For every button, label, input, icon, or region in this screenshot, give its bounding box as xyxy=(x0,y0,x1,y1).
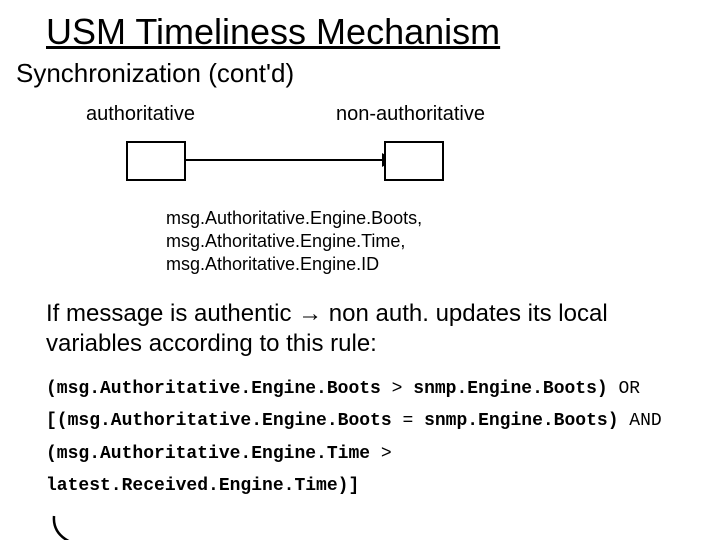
body-line1a: If message is authentic xyxy=(46,300,298,327)
engine-labels: authoritative non-authoritative xyxy=(86,103,704,127)
body-line1b: non auth. updates its local xyxy=(322,300,608,327)
rule3-op: > xyxy=(370,444,392,464)
rule-line-3: (msg.Authoritative.Engine.Time > latest.… xyxy=(46,438,704,503)
rule1-op: > xyxy=(381,379,413,399)
rule2-left: [(msg.Authoritative.Engine.Boots xyxy=(46,411,392,431)
rule2-right: snmp.Engine.Boots) xyxy=(424,411,618,431)
body-line2: variables according to this rule: xyxy=(46,330,377,357)
slide-title: USM Timeliness Mechanism xyxy=(46,12,698,52)
rule1-left: (msg.Authoritative.Engine.Boots xyxy=(46,379,381,399)
arrow-right-icon: → xyxy=(298,300,322,327)
rule3-right: latest.Received.Engine.Time)] xyxy=(46,476,359,496)
footnote-area: If two messages arrive out of order or a… xyxy=(16,516,704,540)
authoritative-box xyxy=(126,141,186,181)
label-authoritative: authoritative xyxy=(86,103,195,126)
rule1-right: snmp.Engine.Boots) xyxy=(413,379,607,399)
msg-id: msg.Athoritative.Engine.ID xyxy=(166,253,704,276)
callout-arrow-icon xyxy=(44,512,114,540)
slide-subtitle: Synchronization (cont'd) xyxy=(16,58,704,89)
rule-line-2: [(msg.Authoritative.Engine.Boots = snmp.… xyxy=(46,405,704,437)
slide: USM Timeliness Mechanism Synchronization… xyxy=(0,0,720,540)
label-non-authoritative: non-authoritative xyxy=(336,103,485,126)
rule3-left: (msg.Authoritative.Engine.Time xyxy=(46,444,370,464)
body-text: If message is authentic → non auth. upda… xyxy=(46,299,704,359)
update-rule: (msg.Authoritative.Engine.Boots > snmp.E… xyxy=(46,373,704,503)
non-authoritative-box xyxy=(384,141,444,181)
rule2-op: = xyxy=(392,411,424,431)
rule1-tail: OR xyxy=(608,379,640,399)
rule2-tail: AND xyxy=(619,411,662,431)
message-fields: msg.Authoritative.Engine.Boots, msg.Atho… xyxy=(166,207,704,277)
msg-time: msg.Athoritative.Engine.Time, xyxy=(166,230,704,253)
sync-diagram xyxy=(126,133,704,193)
rule-line-1: (msg.Authoritative.Engine.Boots > snmp.E… xyxy=(46,373,704,405)
msg-boots: msg.Authoritative.Engine.Boots, xyxy=(166,207,704,230)
arrow-line xyxy=(184,159,384,161)
